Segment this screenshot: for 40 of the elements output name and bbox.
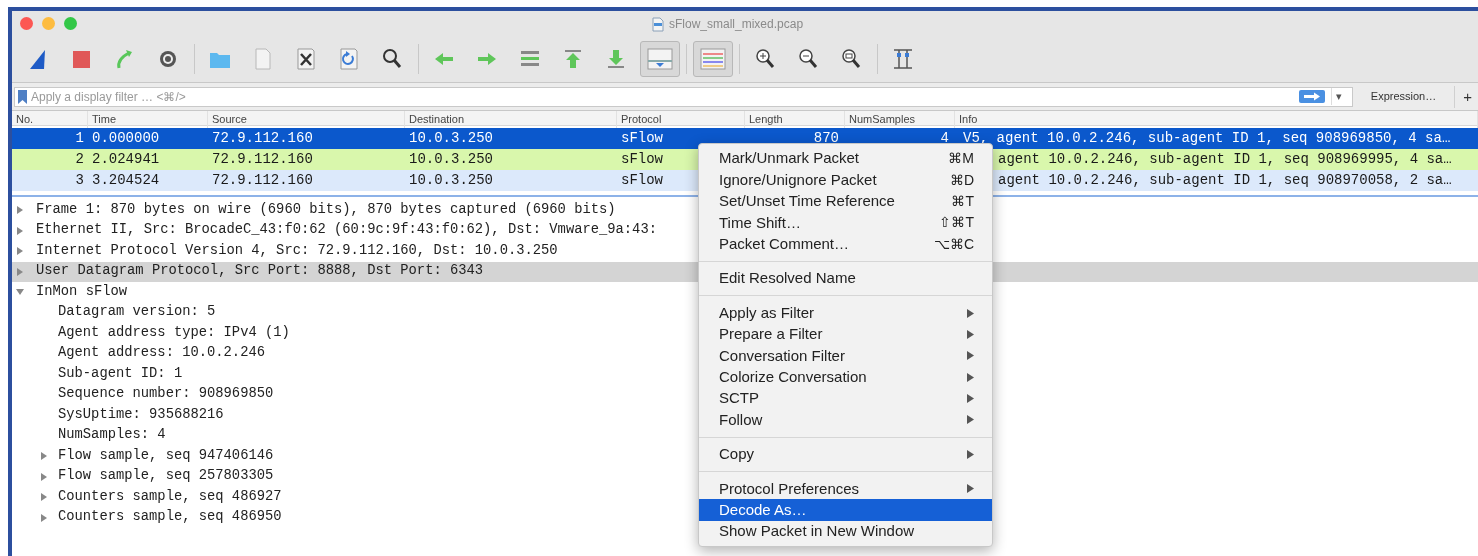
shortcut-text: ⇧⌘T	[939, 213, 974, 233]
tree-item-text: Flow sample, seq 947406146	[58, 446, 274, 465]
table-cell-text: agent 10.0.2.246, sub-agent ID 1, seq 908969995, 4 sa…	[997, 150, 1453, 169]
tree-item-text: NumSamples: 4	[58, 426, 166, 445]
table-cell-text: 1	[74, 129, 85, 148]
table-cell-text: 72.9.112.160	[211, 150, 314, 169]
window-title: sFlow_small_mixed.pcap	[669, 16, 804, 33]
tree-item-text: Agent address: 10.0.2.246	[58, 344, 265, 363]
shortcut-text: ⌘M	[948, 149, 974, 169]
table-cell-text: 72.9.112.160	[211, 171, 314, 190]
tree-item-text: Internet Protocol Version 4, Src: 72.9.112.160, Dst: 10.0.3.250	[36, 241, 558, 260]
tree-item-text: Datagram version: 5	[58, 303, 216, 322]
table-cell-text: 2.024941	[91, 150, 161, 169]
tree-item-text: Frame 1: 870 bytes on wire (6960 bits), 870 bytes captured (6960 bits)	[36, 200, 616, 219]
tree-item-text: Agent address type: IPv4 (1)	[58, 323, 290, 342]
table-cell-text: 3.204524	[91, 171, 161, 190]
tree-item-text: Flow sample, seq 257803305	[58, 467, 274, 486]
tree-item-text: Sequence number: 908969850	[58, 385, 274, 404]
table-cell-text: agent 10.0.2.246, sub-agent ID 1, seq 908970058, 2 sa…	[997, 171, 1453, 190]
table-cell-text: V5, agent 10.0.2.246, sub-agent ID 1, seq 908969850, 4 sa…	[962, 129, 1452, 148]
tree-item-text: SysUptime: 935688216	[58, 405, 224, 424]
tree-item-text: InMon sFlow	[36, 282, 128, 301]
tree-item-text: User Datagram Protocol, Src Port: 8888, Dst Port: 6343	[36, 262, 484, 281]
table-cell-text: 2	[74, 150, 85, 169]
table-cell-text: 10.0.3.250	[408, 150, 494, 169]
table-cell-text: 0.000000	[91, 129, 161, 148]
tree-item-text: Counters sample, seq 486950	[58, 508, 282, 527]
table-cell-text: sFlow	[620, 129, 664, 148]
table-cell-text: 72.9.112.160	[211, 129, 314, 148]
table-cell-text: 4	[939, 129, 950, 148]
table-cell-text: 3	[74, 171, 85, 190]
table-cell-text: 10.0.3.250	[408, 171, 494, 190]
shortcut-text: ⌥⌘C	[933, 234, 974, 254]
table-cell-text: 870	[812, 129, 840, 148]
shortcut-text: ⌘D	[949, 170, 974, 190]
table-cell-text: 10.0.3.250	[408, 129, 494, 148]
shortcut-text: ⌘T	[951, 191, 974, 211]
tree-item-text: Ethernet II, Src: BrocadeC_43:f0:62 (60:9c:9f:43:f0:62), Dst: Vmware_9a:43:	[36, 221, 657, 240]
tree-item-text: Sub-agent ID: 1	[58, 364, 183, 383]
tree-item-text: Counters sample, seq 486927	[58, 487, 282, 506]
